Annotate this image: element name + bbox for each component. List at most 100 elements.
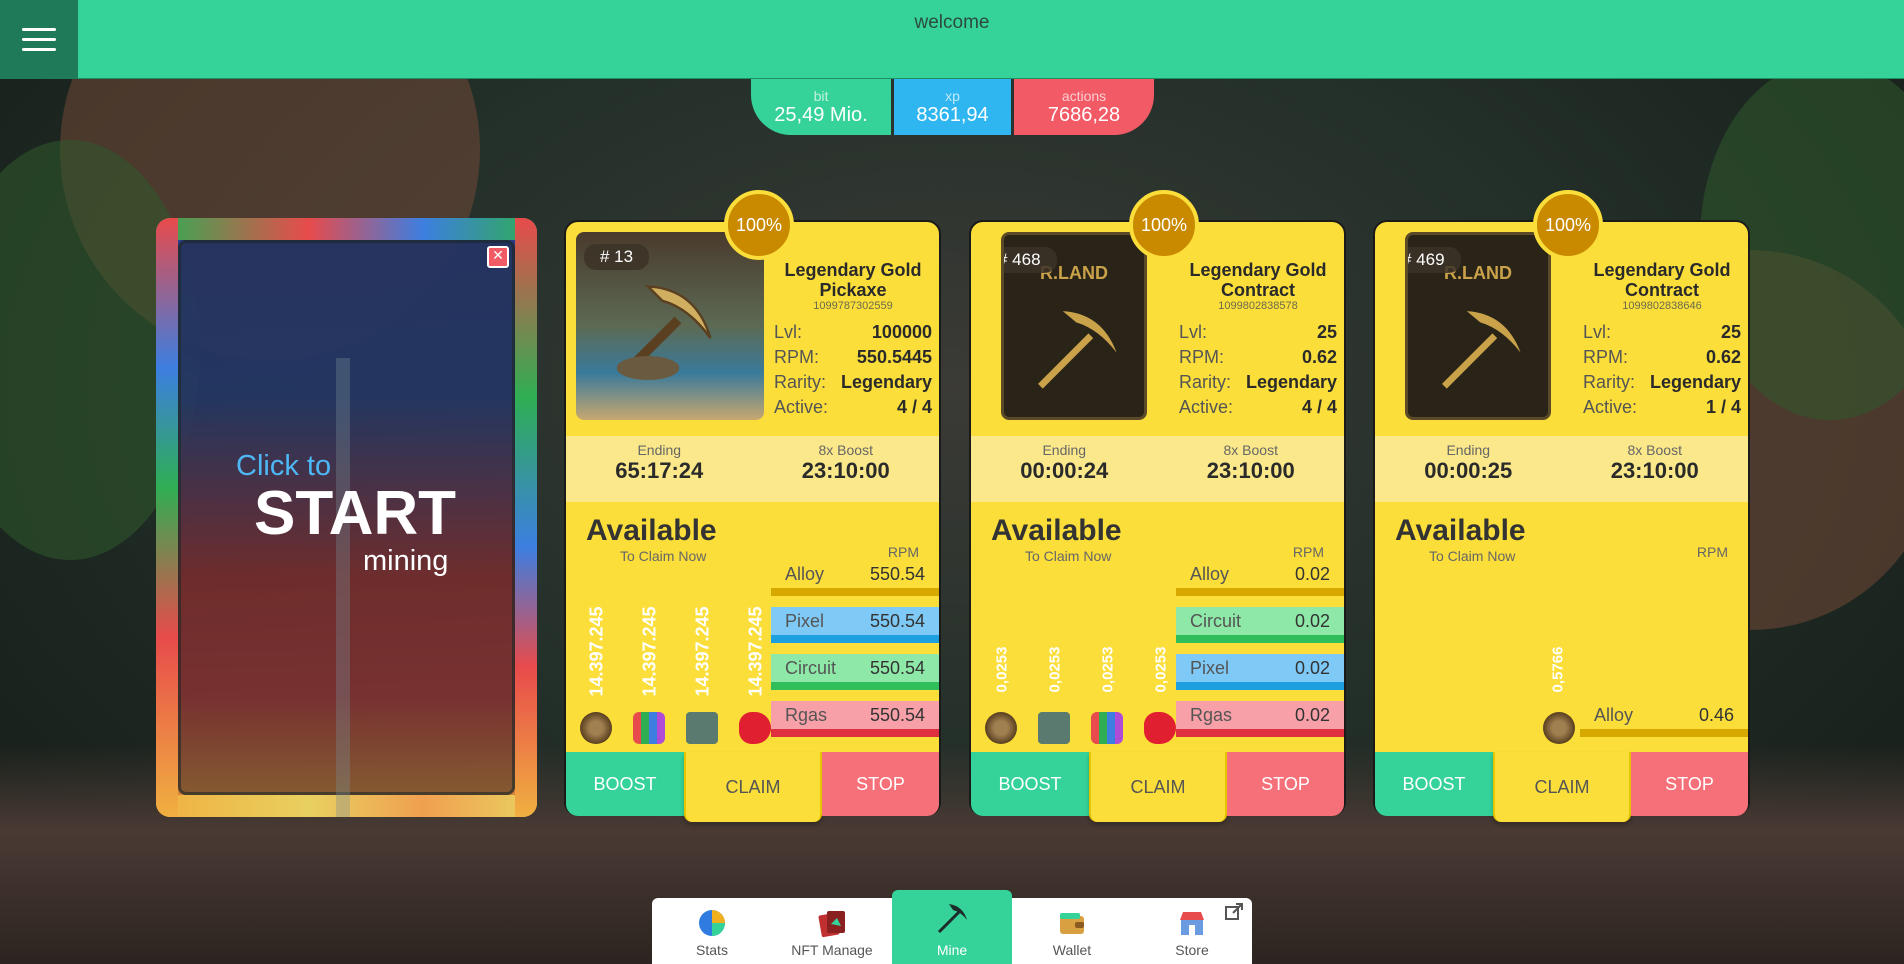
top-bar: welcome xyxy=(0,0,1904,79)
nav-item-label: Wallet xyxy=(1052,942,1092,958)
gold-pickaxe-icon xyxy=(1442,311,1521,389)
alloy-resource-icon xyxy=(580,712,612,744)
nft-rpm-row: RPM: 550.5445 xyxy=(774,345,932,370)
available-label: Available xyxy=(1395,514,1526,547)
stat-xp: xp 8361,94 xyxy=(894,79,1011,135)
ending-timer: Ending 00:00:25 xyxy=(1375,436,1562,502)
menu-icon-line xyxy=(22,48,56,51)
nft-rarity-value: Legendary xyxy=(840,372,932,392)
rpm-column-label: RPM xyxy=(1292,544,1324,560)
nav-item-wallet[interactable]: Wallet xyxy=(1012,898,1132,964)
stat-xp-value: 8361,94 xyxy=(916,103,989,126)
resource-name: Rgas xyxy=(1190,704,1233,725)
ending-timer: Ending 65:17:24 xyxy=(566,436,753,502)
nav-item-stats[interactable]: Stats xyxy=(652,898,772,964)
nft-level-row: Lvl: 25 xyxy=(1179,320,1337,345)
start-mining-text[interactable]: Click to START mining xyxy=(236,450,476,578)
nft-rpm-label: RPM: xyxy=(1583,347,1628,367)
resource-row-alloy: Alloy 0.02 xyxy=(1176,560,1344,596)
nft-active-label: Active: xyxy=(1179,397,1234,417)
nav-item-mine[interactable]: Mine xyxy=(892,890,1012,964)
rgas-resource-icon xyxy=(1144,712,1176,744)
welcome-text: welcome xyxy=(914,12,990,33)
nft-name: Legendary Gold Pickaxe xyxy=(784,260,922,300)
external-link-icon[interactable] xyxy=(1224,902,1244,922)
available-heading: Available To Claim Now xyxy=(586,514,717,564)
nft-card: 100% # 469 R.LAND Legendary Gold Contract 10… xyxy=(1373,190,1750,822)
nft-rarity-row: Rarity: Legendary xyxy=(774,370,932,395)
alloy-resource-icon xyxy=(985,712,1017,744)
boost-value: 23:10:00 xyxy=(801,458,890,483)
to-claim-label: To Claim Now xyxy=(1025,548,1112,564)
nft-rarity-label: Rarity: xyxy=(1583,372,1636,392)
nft-thumbnail[interactable]: # 469 R.LAND xyxy=(1405,232,1551,420)
nft-rpm-value: 550.5445 xyxy=(856,347,932,367)
nft-active-value: 1 / 4 xyxy=(1705,397,1741,417)
nft-active-row: Active: 1 / 4 xyxy=(1583,395,1741,420)
ending-label: Ending xyxy=(1042,442,1087,458)
circuit-resource-icon xyxy=(1038,712,1070,744)
nft-card: 100% # 13 Legendary Gold Pickaxe 1099787302… xyxy=(564,190,941,822)
nft-thumbnail[interactable]: # 468 R.LAND xyxy=(1001,232,1147,420)
resource-value: 550.54 xyxy=(869,657,925,678)
resource-name: Pixel xyxy=(785,610,825,631)
resource-value: 0.02 xyxy=(1294,610,1330,631)
nav-item-label: Store xyxy=(1175,942,1209,958)
resource-name: Alloy xyxy=(1190,563,1230,584)
nft-rpm-row: RPM: 0.62 xyxy=(1583,345,1741,370)
claim-amount: 0,0253 xyxy=(993,646,1011,693)
card-actions: BOOST CLAIM STOP xyxy=(971,752,1344,822)
resource-name: Rgas xyxy=(785,704,828,725)
stat-bit: bit 25,49 Mio. xyxy=(751,79,891,135)
timers: Ending 00:00:24 8x Boost 23:10:00 xyxy=(971,436,1344,502)
nft-rarity-label: Rarity: xyxy=(1179,372,1232,392)
nft-rpm-value: 0.62 xyxy=(1301,347,1337,367)
to-claim-label: To Claim Now xyxy=(620,548,707,564)
boost-label: 8x Boost xyxy=(1223,442,1278,458)
boost-button[interactable]: BOOST xyxy=(566,752,684,816)
nav-item-label: Mine xyxy=(936,942,968,958)
stop-button[interactable]: STOP xyxy=(1631,752,1748,816)
claim-button[interactable]: CLAIM xyxy=(684,752,822,822)
pixel-resource-icon xyxy=(633,712,665,744)
start-mining-card[interactable]: ✕ Click to START mining xyxy=(156,218,537,817)
boost-button[interactable]: BOOST xyxy=(971,752,1089,816)
nft-rarity-value: Legendary xyxy=(1649,372,1741,392)
resource-name: Circuit xyxy=(1190,610,1242,631)
stop-button[interactable]: STOP xyxy=(822,752,939,816)
claim-button[interactable]: CLAIM xyxy=(1089,752,1227,822)
percent-badge: 100% xyxy=(724,190,794,260)
pie-chart-icon xyxy=(699,910,725,936)
resource-row-pixel: Pixel 0.02 xyxy=(1176,654,1344,690)
card-border xyxy=(156,218,178,817)
stop-button[interactable]: STOP xyxy=(1227,752,1344,816)
resource-name: Pixel xyxy=(1190,657,1230,678)
available-heading: Available To Claim Now xyxy=(991,514,1122,564)
boost-button[interactable]: BOOST xyxy=(1375,752,1493,816)
resource-value: 0.02 xyxy=(1294,563,1330,584)
resource-row-rgas: Rgas 0.02 xyxy=(1176,701,1344,737)
ending-value: 00:00:25 xyxy=(1424,458,1513,483)
resource-value: 0.02 xyxy=(1294,657,1330,678)
claim-amount: 14.397.245 xyxy=(586,606,607,697)
nft-name: Legendary Gold Contract xyxy=(1189,260,1327,300)
timers: Ending 00:00:25 8x Boost 23:10:00 xyxy=(1375,436,1748,502)
close-icon[interactable]: ✕ xyxy=(487,246,509,268)
resource-value: 550.54 xyxy=(869,610,925,631)
nft-card: 100% # 468 R.LAND Legendary Gold Contract 10… xyxy=(969,190,1346,822)
claim-amount: 0,0253 xyxy=(1046,646,1064,693)
nav-item-store[interactable]: Store xyxy=(1132,898,1252,964)
bottom-nav: Stats NFT Manage Mine Wallet Store xyxy=(652,890,1252,964)
nav-item-nft-manage[interactable]: NFT Manage xyxy=(772,898,892,964)
claim-button[interactable]: CLAIM xyxy=(1493,752,1631,822)
available-heading: Available To Claim Now xyxy=(1395,514,1526,564)
nft-id: 1099802838578 xyxy=(1218,300,1298,312)
nft-level-label: Lvl: xyxy=(1583,322,1612,342)
percent-badge: 100% xyxy=(1533,190,1603,260)
card-actions: BOOST CLAIM STOP xyxy=(566,752,939,822)
nft-number-badge: # 469 xyxy=(1408,247,1461,273)
nft-thumbnail[interactable]: # 13 xyxy=(576,232,764,420)
boost-value: 23:10:00 xyxy=(1206,458,1295,483)
store-icon xyxy=(1180,912,1204,935)
ending-label: Ending xyxy=(637,442,682,458)
